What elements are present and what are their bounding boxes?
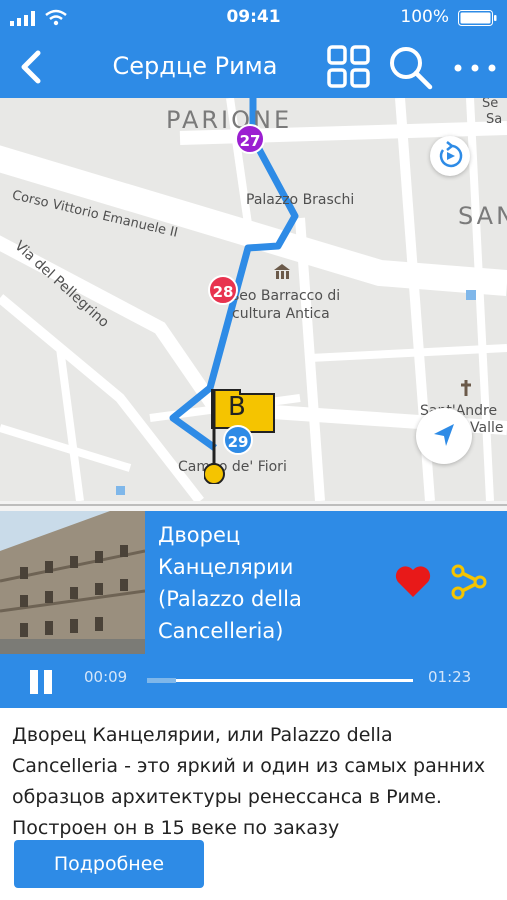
more-details-button[interactable]: Подробнее — [14, 840, 204, 888]
map-label-parione: PARIONE — [166, 106, 293, 134]
battery-icon — [458, 10, 497, 26]
audio-player: Дворец Канцелярии (Palazzo della Cancell… — [0, 511, 507, 708]
map-label-sant-andrea-2: Valle — [470, 420, 504, 436]
sheet-drag-handle[interactable] — [0, 501, 507, 511]
palazzo-thumbnail — [0, 511, 145, 654]
map-label-museo-1: seo Barracco di — [232, 288, 341, 304]
map-label-se-edge-2: Sa — [486, 112, 503, 127]
page-title: Сердце Рима — [112, 52, 278, 80]
more-options-icon[interactable] — [452, 62, 498, 74]
map-view[interactable]: PARIONE SAN Se Sa Palazzo Braschi Corso … — [0, 98, 507, 501]
route-stop-marker[interactable]: 27 — [235, 124, 265, 154]
map-label-se-edge-1: Se — [482, 98, 499, 111]
map-label-sa-edge: SAN — [458, 202, 507, 230]
total-duration: 01:23 — [428, 668, 472, 686]
location-arrow-icon — [434, 424, 454, 446]
progress-fill — [147, 678, 177, 683]
battery-percent: 100% — [400, 7, 449, 27]
grid-view-icon[interactable] — [327, 45, 371, 89]
my-location-button[interactable] — [416, 408, 472, 464]
map-label-museo-2: cultura Antica — [232, 306, 330, 322]
route-stop-marker[interactable]: 29 — [223, 425, 253, 455]
replay-icon — [439, 141, 463, 168]
progress-track[interactable] — [147, 678, 413, 683]
share-icon[interactable] — [450, 563, 490, 601]
search-icon[interactable] — [388, 45, 434, 91]
heart-icon[interactable] — [394, 565, 432, 599]
map-label-palazzo-braschi: Palazzo Braschi — [246, 192, 355, 208]
track-title: Дворец Канцелярии (Palazzo della Cancell… — [158, 523, 302, 643]
replay-button[interactable] — [430, 136, 470, 176]
flag-letter: B — [228, 392, 246, 422]
elapsed-time: 00:09 — [84, 668, 128, 686]
palazzo-image — [0, 511, 145, 654]
pause-icon[interactable] — [28, 668, 56, 696]
playback-row: 00:09 01:23 — [0, 654, 507, 708]
route-stop-marker[interactable]: 28 — [208, 275, 238, 305]
nav-bar: Сердце Рима — [0, 34, 507, 98]
status-bar: 09:41 100% — [0, 0, 507, 34]
description-text: Дворец Канцелярии, или Palazzo della Can… — [12, 724, 486, 839]
back-arrow-icon[interactable] — [18, 50, 44, 84]
